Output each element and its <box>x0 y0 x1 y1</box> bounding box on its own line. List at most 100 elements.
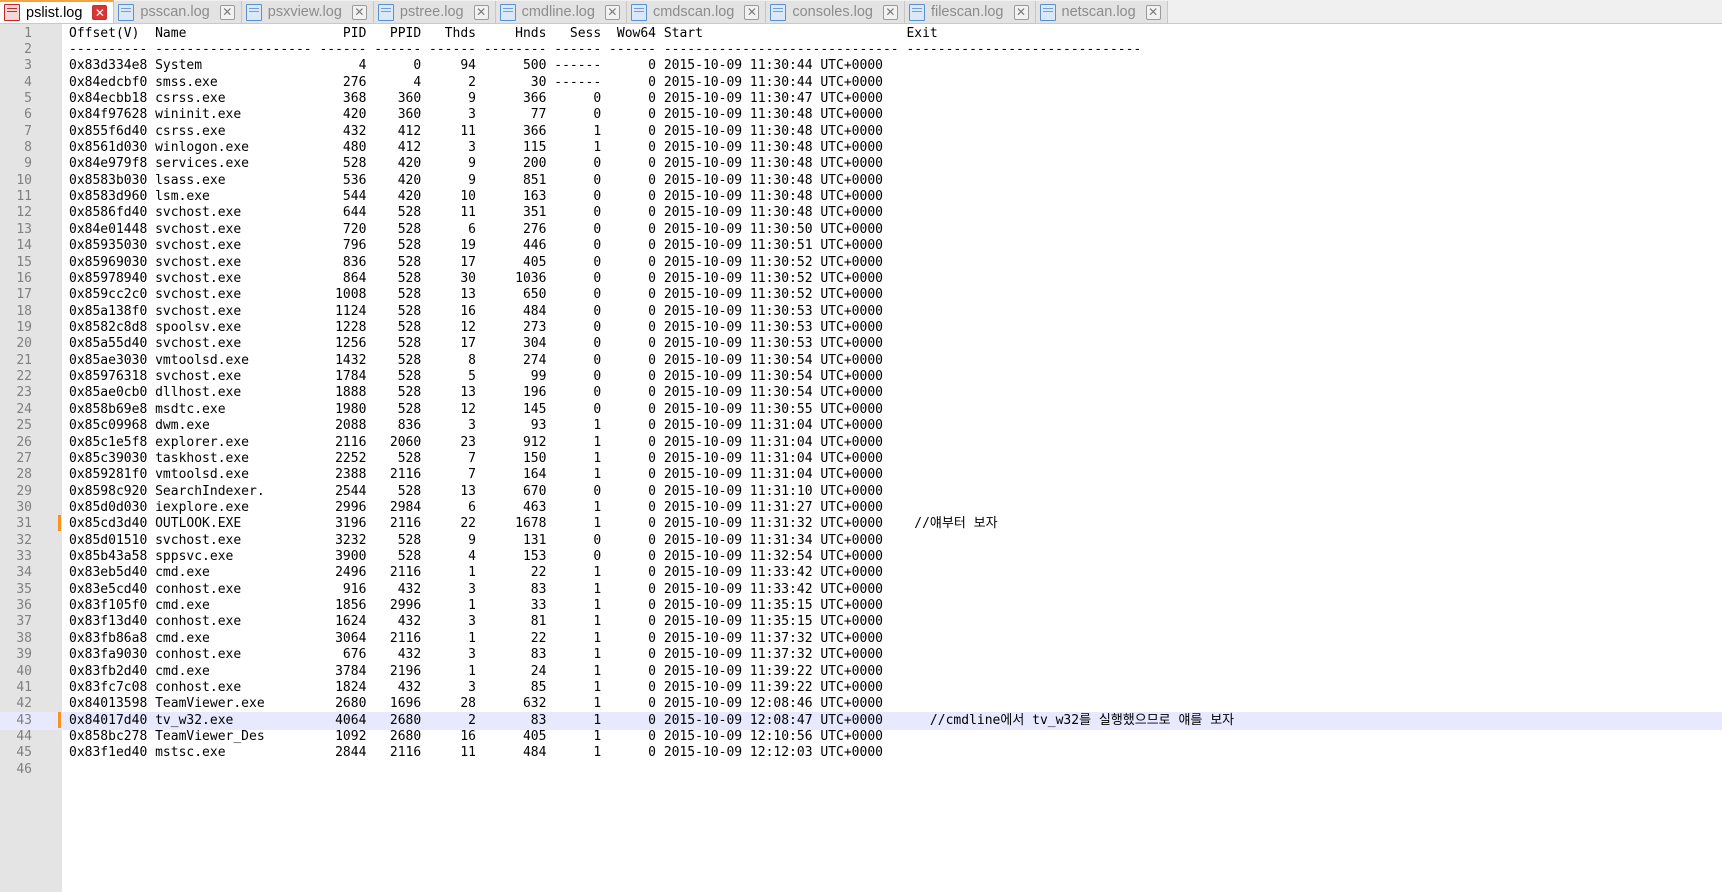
line-text: 0x84edcbf0 smss.exe 276 4 2 30 ------ 0 … <box>69 74 883 90</box>
text-line[interactable]: 25 0x85c09968 dwm.exe 2088 836 3 93 1 0 2… <box>0 417 1722 435</box>
line-text: 0x85969030 svchost.exe 836 528 17 405 0 … <box>69 254 883 270</box>
tab-cmdscan[interactable]: cmdscan.log ✕ <box>626 1 767 23</box>
tab-consoles[interactable]: consoles.log ✕ <box>766 1 905 23</box>
line-text: 0x8598c920 SearchIndexer. 2544 528 13 67… <box>69 483 883 499</box>
line-text: 0x83d334e8 System 4 0 94 500 ------ 0 20… <box>69 58 883 74</box>
line-number: 9 <box>24 156 32 172</box>
text-line[interactable]: 43 0x84017d40 tv_w32.exe 4064 2680 2 83 1… <box>0 711 1722 730</box>
line-text: 0x83fb86a8 cmd.exe 3064 2116 1 22 1 0 20… <box>69 630 883 646</box>
text-line[interactable]: 45 0x83f1ed40 mstsc.exe 2844 2116 11 484 … <box>0 744 1722 762</box>
text-line[interactable]: 26 0x85c1e5f8 explorer.exe 2116 2060 23 9… <box>0 434 1722 452</box>
text-line[interactable]: 41 0x83fc7c08 conhost.exe 1824 432 3 85 1… <box>0 679 1722 697</box>
text-line[interactable]: 27 0x85c39030 taskhost.exe 2252 528 7 150… <box>0 450 1722 468</box>
line-text: 0x85d0d030 iexplore.exe 2996 2984 6 463 … <box>69 499 883 515</box>
line-text: 0x858bc278 TeamViewer_Des 1092 2680 16 4… <box>69 728 883 744</box>
text-line[interactable]: 29 0x8598c920 SearchIndexer. 2544 528 13 … <box>0 483 1722 501</box>
close-icon[interactable]: ✕ <box>744 4 760 20</box>
line-number: 18 <box>16 303 32 319</box>
line-text: 0x8583d960 lsm.exe 544 420 10 163 0 0 20… <box>69 189 883 205</box>
line-number: 25 <box>16 418 32 434</box>
line-text: 0x859281f0 vmtoolsd.exe 2388 2116 7 164 … <box>69 467 883 483</box>
line-number: 3 <box>24 58 32 74</box>
text-line[interactable]: 32 0x85d01510 svchost.exe 3232 528 9 131 … <box>0 532 1722 550</box>
tab-psxview[interactable]: psxview.log ✕ <box>241 1 374 23</box>
text-line[interactable]: 8 0x8561d030 winlogon.exe 480 412 3 115 1… <box>0 139 1722 157</box>
text-line[interactable]: 33 0x85b43a58 sppsvc.exe 3900 528 4 153 0… <box>0 548 1722 566</box>
line-number: 40 <box>16 663 32 679</box>
line-text: 0x85976318 svchost.exe 1784 528 5 99 0 0… <box>69 369 883 385</box>
text-line[interactable]: 7 0x855f6d40 csrss.exe 432 412 11 366 1 0… <box>0 123 1722 141</box>
close-icon[interactable]: ✕ <box>604 4 620 20</box>
text-line[interactable]: 38 0x83fb86a8 cmd.exe 3064 2116 1 22 1 0 … <box>0 630 1722 648</box>
line-number: 30 <box>16 499 32 515</box>
tab-filescan[interactable]: filescan.log ✕ <box>904 1 1036 23</box>
text-line[interactable]: 42 0x84013598 TeamViewer.exe 2680 1696 28… <box>0 695 1722 713</box>
text-line[interactable]: 11 0x8583d960 lsm.exe 544 420 10 163 0 0 … <box>0 188 1722 206</box>
text-line[interactable]: 37 0x83f13d40 conhost.exe 1624 432 3 81 1… <box>0 613 1722 631</box>
line-text: 0x85c09968 dwm.exe 2088 836 3 93 1 0 201… <box>69 418 883 434</box>
text-line[interactable]: 20 0x85a55d40 svchost.exe 1256 528 17 304… <box>0 335 1722 353</box>
line-number: 43 <box>16 712 32 728</box>
line-text: 0x83fc7c08 conhost.exe 1824 432 3 85 1 0… <box>69 679 883 695</box>
tab-label: netscan.log <box>1061 4 1136 20</box>
text-line[interactable]: 19 0x8582c8d8 spoolsv.exe 1228 528 12 273… <box>0 319 1722 337</box>
text-line[interactable]: 24 0x858b69e8 msdtc.exe 1980 528 12 145 0… <box>0 401 1722 419</box>
text-line[interactable]: 16 0x85978940 svchost.exe 864 528 30 1036… <box>0 270 1722 288</box>
text-line[interactable]: 4 0x84edcbf0 smss.exe 276 4 2 30 ------ 0… <box>0 74 1722 92</box>
text-line[interactable]: 9 0x84e979f8 services.exe 528 420 9 200 0… <box>0 155 1722 173</box>
text-line[interactable]: 22 0x85976318 svchost.exe 1784 528 5 99 0… <box>0 368 1722 386</box>
line-text: Offset(V) Name PID PPID Thds Hnds Sess W… <box>69 25 938 41</box>
editor[interactable]: 1 Offset(V) Name PID PPID Thds Hnds Sess … <box>0 24 1722 892</box>
line-number: 1 <box>24 25 32 41</box>
text-line[interactable]: 31 0x85cd3d40 OUTLOOK.EXE 3196 2116 22 16… <box>0 515 1722 533</box>
line-text: 0x84013598 TeamViewer.exe 2680 1696 28 6… <box>69 696 883 712</box>
close-icon[interactable]: ✕ <box>1013 4 1029 20</box>
text-line[interactable]: 12 0x8586fd40 svchost.exe 644 528 11 351 … <box>0 204 1722 222</box>
close-icon[interactable]: ✕ <box>92 5 108 20</box>
line-number: 34 <box>16 565 32 581</box>
close-icon[interactable]: ✕ <box>1145 4 1161 20</box>
file-icon <box>499 3 516 21</box>
text-line[interactable]: 35 0x83e5cd40 conhost.exe 916 432 3 83 1 … <box>0 581 1722 599</box>
tab-label: pslist.log <box>26 4 83 21</box>
line-number: 20 <box>16 336 32 352</box>
close-icon[interactable]: ✕ <box>473 4 489 20</box>
close-icon[interactable]: ✕ <box>219 4 235 20</box>
text-line[interactable]: 14 0x85935030 svchost.exe 796 528 19 446 … <box>0 237 1722 255</box>
text-line[interactable]: 3 0x83d334e8 System 4 0 94 500 ------ 0 2… <box>0 57 1722 75</box>
line-number: 29 <box>16 483 32 499</box>
tab-pslist[interactable]: pslist.log ✕ <box>0 0 115 23</box>
text-line[interactable]: 44 0x858bc278 TeamViewer_Des 1092 2680 16… <box>0 728 1722 746</box>
text-line[interactable]: 23 0x85ae0cb0 dllhost.exe 1888 528 13 196… <box>0 384 1722 402</box>
text-line[interactable]: 39 0x83fa9030 conhost.exe 676 432 3 83 1 … <box>0 646 1722 664</box>
text-line[interactable]: 2 ---------- -------------------- ------ … <box>0 41 1722 59</box>
line-text: 0x84e979f8 services.exe 528 420 9 200 0 … <box>69 156 883 172</box>
close-icon[interactable]: ✕ <box>882 4 898 20</box>
tab-psscan[interactable]: psscan.log ✕ <box>114 1 242 23</box>
text-line[interactable]: 5 0x84ecbb18 csrss.exe 368 360 9 366 0 0 … <box>0 90 1722 108</box>
text-line[interactable]: 40 0x83fb2d40 cmd.exe 3784 2196 1 24 1 0 … <box>0 663 1722 681</box>
text-line[interactable]: 6 0x84f97628 wininit.exe 420 360 3 77 0 0… <box>0 106 1722 124</box>
line-text: 0x85978940 svchost.exe 864 528 30 1036 0… <box>69 270 883 286</box>
text-line[interactable]: 46 <box>0 761 1722 779</box>
line-number: 19 <box>16 319 32 335</box>
tab-pstree[interactable]: pstree.log ✕ <box>373 1 496 23</box>
text-line[interactable]: 18 0x85a138f0 svchost.exe 1124 528 16 484… <box>0 303 1722 321</box>
file-icon <box>630 3 647 21</box>
line-text: 0x8583b030 lsass.exe 536 420 9 851 0 0 2… <box>69 172 883 188</box>
text-line[interactable]: 17 0x859cc2c0 svchost.exe 1008 528 13 650… <box>0 286 1722 304</box>
line-number: 7 <box>24 123 32 139</box>
text-line[interactable]: 21 0x85ae3030 vmtoolsd.exe 1432 528 8 274… <box>0 352 1722 370</box>
text-line[interactable]: 36 0x83f105f0 cmd.exe 1856 2996 1 33 1 0 … <box>0 597 1722 615</box>
text-line[interactable]: 10 0x8583b030 lsass.exe 536 420 9 851 0 0… <box>0 172 1722 190</box>
text-line[interactable]: 30 0x85d0d030 iexplore.exe 2996 2984 6 46… <box>0 499 1722 517</box>
text-line[interactable]: 1 Offset(V) Name PID PPID Thds Hnds Sess … <box>0 25 1722 43</box>
tab-cmdline[interactable]: cmdline.log ✕ <box>495 1 627 23</box>
close-icon[interactable]: ✕ <box>351 4 367 20</box>
text-line[interactable]: 15 0x85969030 svchost.exe 836 528 17 405 … <box>0 254 1722 272</box>
text-line[interactable]: 13 0x84e01448 svchost.exe 720 528 6 276 0… <box>0 221 1722 239</box>
text-line[interactable]: 28 0x859281f0 vmtoolsd.exe 2388 2116 7 16… <box>0 466 1722 484</box>
line-number: 21 <box>16 352 32 368</box>
text-line[interactable]: 34 0x83eb5d40 cmd.exe 2496 2116 1 22 1 0 … <box>0 564 1722 582</box>
tab-netscan[interactable]: netscan.log ✕ <box>1035 1 1168 23</box>
